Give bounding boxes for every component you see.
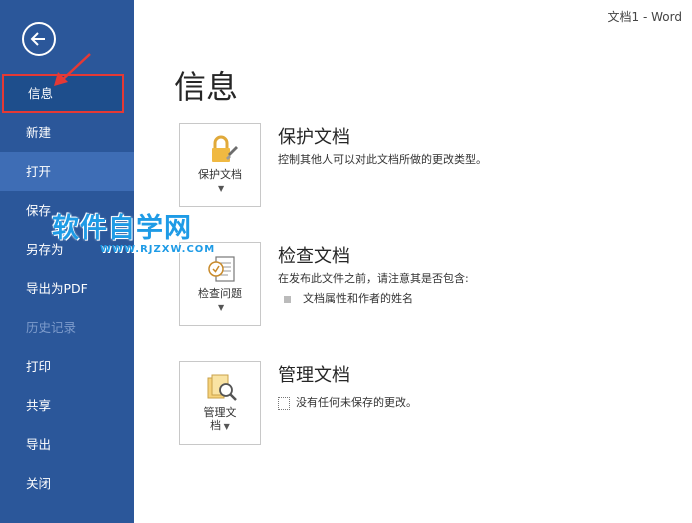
backstage-nav: 信息 新建 打开 保存 另存为 导出为PDF 历史记录 打印 共享 导出 关闭 xyxy=(0,74,134,503)
lock-icon xyxy=(212,135,238,162)
manage-document-tile-label: 管理文 档 ▼ xyxy=(180,406,260,433)
window-title: 文档1 - Word xyxy=(607,10,682,24)
protect-document-button[interactable]: 保护文档 ▼ xyxy=(179,123,261,207)
nav-export[interactable]: 导出 xyxy=(0,425,134,464)
inspect-document-title: 检查文档 xyxy=(278,246,350,267)
bullet-icon xyxy=(284,295,291,303)
nav-open[interactable]: 打开 xyxy=(0,152,134,191)
nav-history: 历史记录 xyxy=(26,320,77,335)
nav-new[interactable]: 新建 xyxy=(0,113,134,152)
info-pane: 文档1 - Word 信息 保护文档 ▼ 保护文档 控制其他人可以对此文档所做的… xyxy=(134,0,692,523)
dropdown-caret-icon: ▼ xyxy=(218,303,225,312)
manage-document-icon xyxy=(207,374,237,401)
manage-document-button[interactable]: 管理文 档 ▼ xyxy=(179,361,261,445)
protect-document-tile-label: 保护文档 xyxy=(198,168,242,181)
watermark-text: 软件自学网 xyxy=(52,213,192,244)
inspect-document-icon xyxy=(208,256,235,282)
nav-print[interactable]: 打印 xyxy=(0,347,134,386)
page-title: 信息 xyxy=(174,68,239,106)
check-issues-tile-label: 检查问题 xyxy=(198,287,242,300)
manage-document-title: 管理文档 xyxy=(278,365,350,386)
nav-share[interactable]: 共享 xyxy=(0,386,134,425)
manage-document-desc-text: 没有任何未保存的更改。 xyxy=(296,396,417,409)
protect-document-desc: 控制其他人可以对此文档所做的更改类型。 xyxy=(278,153,487,166)
manage-document-desc: 没有任何未保存的更改。 xyxy=(278,394,417,410)
dropdown-caret-icon: ▼ xyxy=(218,184,225,193)
backstage-sidebar: 信息 新建 打开 保存 另存为 导出为PDF 历史记录 打印 共享 导出 关闭 xyxy=(0,0,134,523)
dropdown-caret-icon: ▼ xyxy=(221,422,230,431)
watermark-url: WWW.RJZXW.COM xyxy=(100,244,216,255)
nav-export-pdf[interactable]: 导出为PDF xyxy=(0,269,134,308)
inspect-document-desc: 在发布此文件之前，请注意其是否包含: xyxy=(278,272,469,285)
back-button[interactable] xyxy=(22,22,56,56)
manage-tile-label-line2: 档 xyxy=(210,419,222,432)
manage-tile-label-line1: 管理文 xyxy=(203,406,237,419)
nav-close[interactable]: 关闭 xyxy=(0,464,134,503)
protect-document-title: 保护文档 xyxy=(278,127,350,148)
inspect-bullet-item: 文档属性和作者的姓名 xyxy=(284,290,413,306)
inspect-bullet-text: 文档属性和作者的姓名 xyxy=(303,292,413,305)
back-arrow-icon xyxy=(30,32,45,46)
watermark: 软件自学网 WWW.RJZXW.COM xyxy=(52,213,216,256)
document-status-icon xyxy=(278,396,290,410)
annotation-arrow-icon xyxy=(54,53,91,86)
